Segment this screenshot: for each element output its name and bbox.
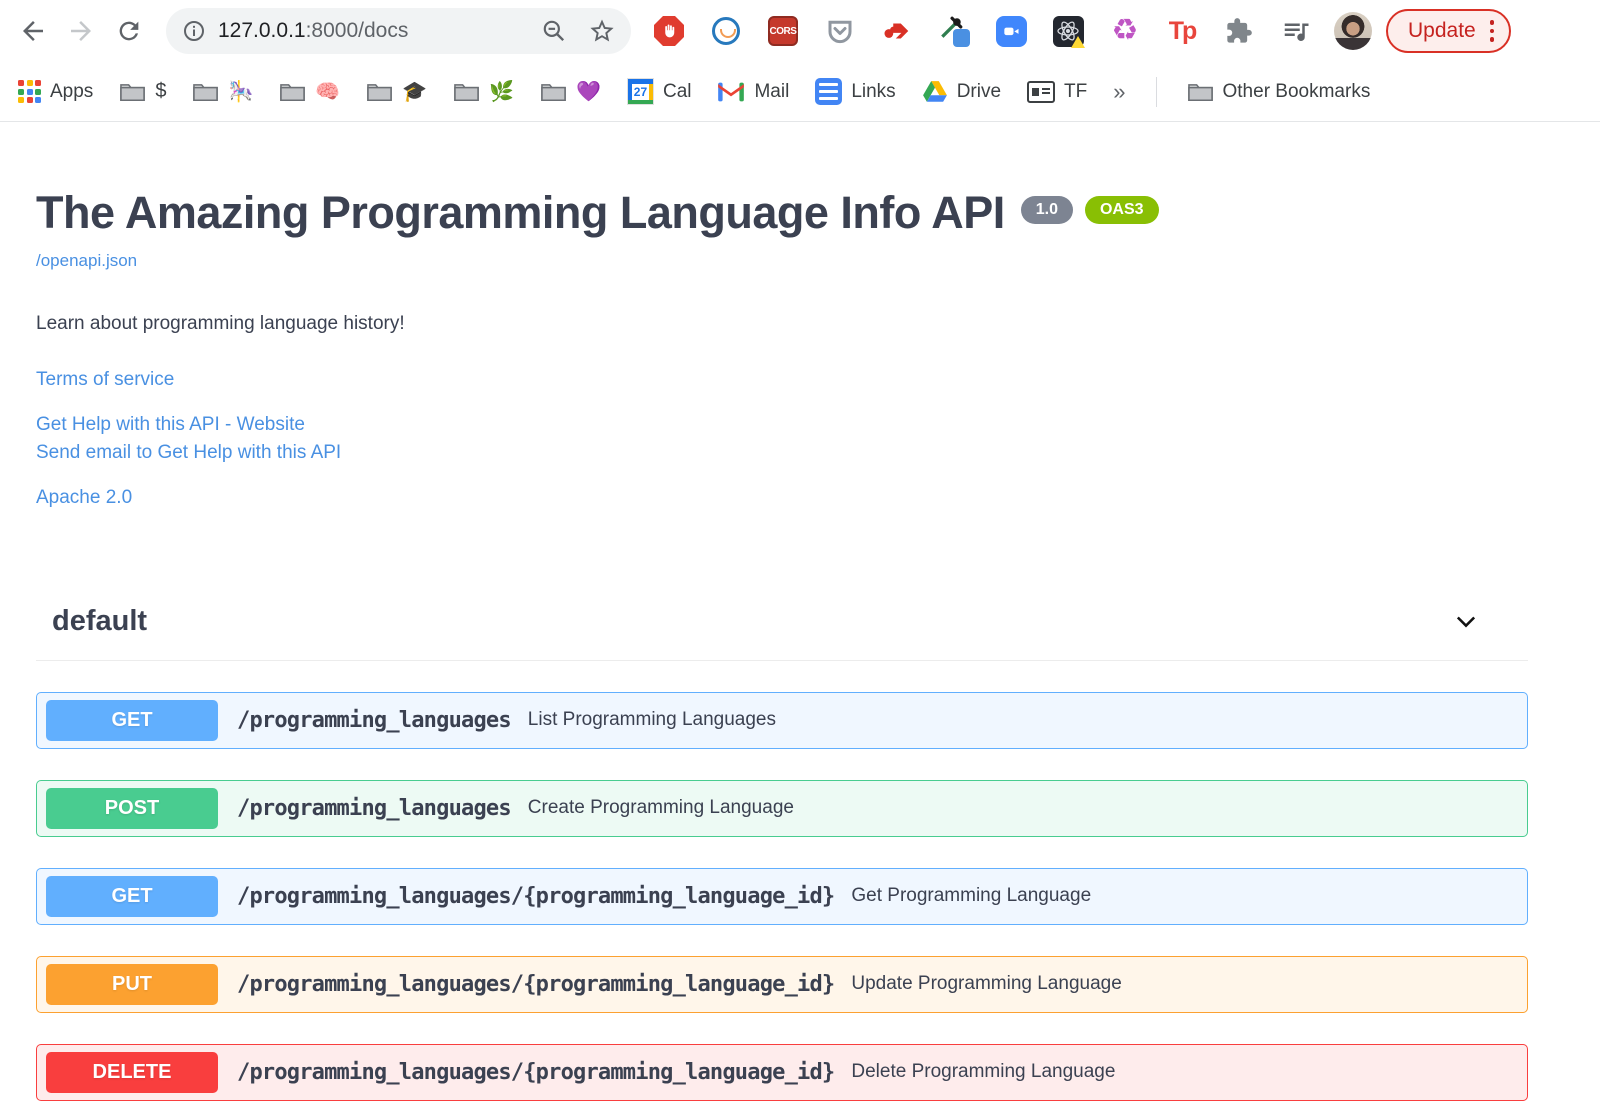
bookmarks-overflow-chevron[interactable]: » <box>1113 79 1125 105</box>
bookmark-gmail[interactable]: Mail <box>717 81 789 103</box>
license-link[interactable]: Apache 2.0 <box>36 487 132 509</box>
folder-icon <box>193 83 219 101</box>
bookmark-links[interactable]: Links <box>815 78 896 105</box>
page-title: The Amazing Programming Language Info AP… <box>36 187 1005 238</box>
bookmark-folder-dollar[interactable]: $ <box>119 80 166 103</box>
other-bookmarks[interactable]: Other Bookmarks <box>1187 81 1370 103</box>
forward-button[interactable] <box>64 14 98 48</box>
adblock-extension-icon[interactable] <box>651 13 687 49</box>
method-badge: PUT <box>46 963 218 1005</box>
forward-icon <box>71 21 91 41</box>
endpoint-summary: Get Programming Language <box>851 885 1092 906</box>
endpoint-path: /programming_languages/{programming_lang… <box>237 971 835 997</box>
endpoint-row-update-language[interactable]: PUT /programming_languages/{programming_… <box>36 955 1528 1013</box>
bookmark-folder-horse[interactable]: 🎠 <box>192 79 253 104</box>
page-info-icon[interactable] <box>182 19 206 43</box>
chat-bubble-extension-icon[interactable] <box>708 13 744 49</box>
media-playlist-icon[interactable] <box>1278 13 1314 49</box>
oas3-badge: OAS3 <box>1084 196 1159 224</box>
endpoint-path: /programming_languages/{programming_lang… <box>237 883 835 909</box>
back-button[interactable] <box>16 14 50 48</box>
folder-icon <box>367 83 393 101</box>
bookmark-drive[interactable]: Drive <box>922 80 1001 104</box>
zoom-extension-icon[interactable] <box>993 13 1029 49</box>
extensions-puzzle-icon[interactable] <box>1221 13 1257 49</box>
bookmarks-bar: Apps $ 🎠 🧠 🎓 🌿 💜 27 Cal Mail Links Drive… <box>0 62 1600 122</box>
endpoint-row-get-language[interactable]: GET /programming_languages/{programming_… <box>36 867 1528 925</box>
section-header[interactable]: default <box>36 605 1528 661</box>
reload-icon <box>119 21 139 41</box>
chrome-update-button[interactable]: Update <box>1386 9 1512 53</box>
default-section: default GET /programming_languages List … <box>36 605 1528 1101</box>
endpoint-path: /programming_languages/{programming_lang… <box>237 1059 835 1085</box>
endpoint-summary: Create Programming Language <box>527 797 794 818</box>
url-text[interactable]: 127.0.0.1:8000/docs <box>218 19 541 43</box>
chevron-down-icon[interactable] <box>1452 607 1480 635</box>
tp-extension-icon[interactable]: Tp <box>1164 13 1200 49</box>
help-email-link[interactable]: Send email to Get Help with this API <box>36 442 341 464</box>
swagger-page: The Amazing Programming Language Info AP… <box>0 122 1600 1101</box>
endpoint-path: /programming_languages <box>237 795 512 821</box>
bookmark-folder-herb[interactable]: 🌿 <box>453 79 514 104</box>
gmail-icon <box>718 82 745 101</box>
bookmark-calendar[interactable]: 27 Cal <box>626 78 691 105</box>
method-badge: GET <box>46 699 218 741</box>
bookmark-star-icon[interactable] <box>589 18 615 44</box>
bookmark-apps[interactable]: Apps <box>18 80 93 103</box>
pocket-extension-icon[interactable] <box>822 13 858 49</box>
drive-icon <box>922 80 947 102</box>
endpoint-row-list-languages[interactable]: GET /programming_languages List Programm… <box>36 691 1528 749</box>
profile-avatar[interactable] <box>1334 12 1372 50</box>
react-devtools-extension-icon[interactable] <box>1050 13 1086 49</box>
apps-grid-icon <box>18 80 41 103</box>
zoom-out-icon[interactable] <box>541 18 567 44</box>
reload-button[interactable] <box>112 14 146 48</box>
recycle-extension-icon[interactable]: ♻︎ <box>1107 13 1143 49</box>
bookmark-folder-heart[interactable]: 💜 <box>540 79 601 104</box>
browser-menu-kebab-icon[interactable] <box>1489 20 1495 42</box>
api-description: Learn about programming language history… <box>36 312 405 334</box>
bookmark-folder-grad[interactable]: 🎓 <box>366 79 427 104</box>
method-badge: POST <box>46 787 218 829</box>
folder-icon <box>1187 83 1213 101</box>
extensions-row: CORS ♻︎ Tp <box>651 13 1314 49</box>
calendar-icon: 27 <box>626 78 654 105</box>
red-arrow-extension-icon[interactable] <box>879 13 915 49</box>
address-bar[interactable]: 127.0.0.1:8000/docs <box>166 8 631 54</box>
version-badge: 1.0 <box>1020 196 1073 224</box>
bookmark-tf[interactable]: TF <box>1027 80 1087 103</box>
terms-of-service-link[interactable]: Terms of service <box>36 369 174 391</box>
endpoint-summary: Delete Programming Language <box>851 1061 1116 1082</box>
color-picker-extension-icon[interactable] <box>936 13 972 49</box>
cors-extension-icon[interactable]: CORS <box>765 13 801 49</box>
folder-icon <box>280 83 306 101</box>
browser-toolbar: 127.0.0.1:8000/docs CORS ♻︎ Tp Update <box>0 0 1600 62</box>
section-title: default <box>52 604 148 637</box>
endpoint-row-create-language[interactable]: POST /programming_languages Create Progr… <box>36 779 1528 837</box>
update-label: Update <box>1408 19 1476 42</box>
openapi-json-link[interactable]: /openapi.json <box>36 251 137 271</box>
endpoint-summary: List Programming Languages <box>527 709 776 730</box>
help-website-link[interactable]: Get Help with this API - Website <box>36 414 305 436</box>
back-icon <box>23 21 43 41</box>
method-badge: DELETE <box>46 1051 218 1093</box>
folder-icon <box>454 83 479 101</box>
method-badge: GET <box>46 875 218 917</box>
endpoint-summary: Update Programming Language <box>851 973 1122 994</box>
links-icon <box>815 78 843 105</box>
tf-doc-icon <box>1027 80 1056 103</box>
folder-icon <box>120 83 146 101</box>
folder-icon <box>541 83 566 101</box>
endpoint-path: /programming_languages <box>237 707 512 733</box>
bookmark-folder-brain[interactable]: 🧠 <box>279 79 340 104</box>
bookmarks-divider <box>1155 76 1157 107</box>
endpoint-row-delete-language[interactable]: DELETE /programming_languages/{programmi… <box>36 1043 1528 1101</box>
